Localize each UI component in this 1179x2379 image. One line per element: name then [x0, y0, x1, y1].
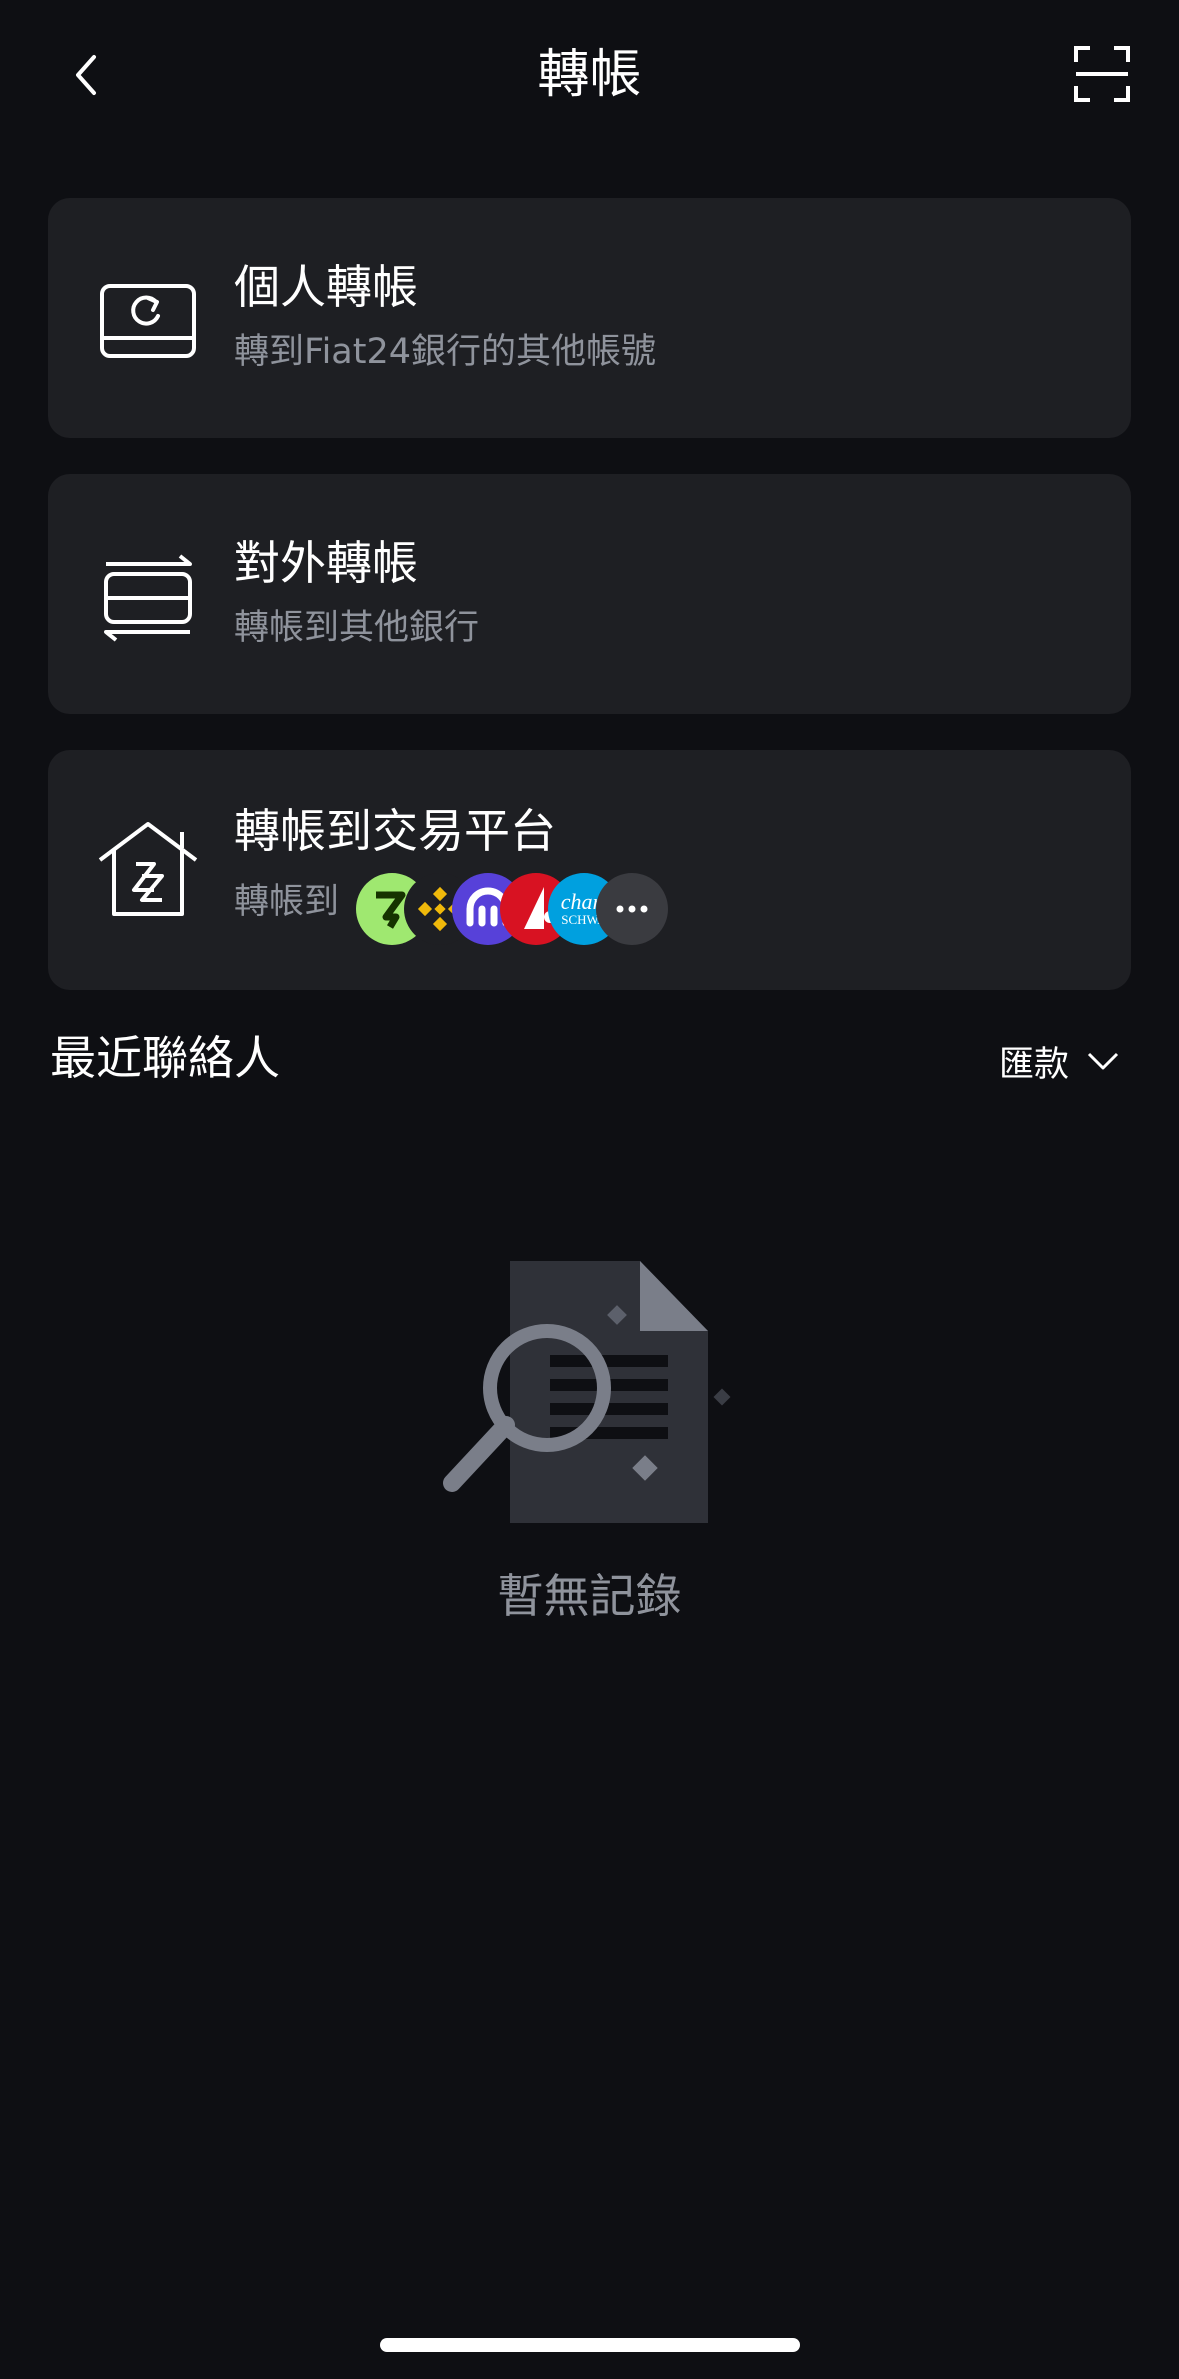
scan-button[interactable] [1072, 44, 1132, 104]
external-transfer-card[interactable]: 對外轉帳 轉帳到其他銀行 [48, 474, 1131, 714]
exchange-platform-icon [96, 818, 200, 922]
remittance-filter-dropdown[interactable]: 匯款 [999, 1036, 1119, 1086]
bank-transfer-icon [96, 542, 200, 646]
recent-contacts-title: 最近聯絡人 [50, 1031, 280, 1085]
empty-state-text: 暫無記錄 [497, 1569, 682, 1623]
chevron-down-icon [1087, 1052, 1119, 1070]
card-title: 對外轉帳 [234, 536, 418, 590]
empty-records-illustration [440, 1255, 740, 1525]
platform-logos: charl SCHWA [356, 873, 676, 945]
card-title: 個人轉帳 [234, 260, 418, 314]
scan-icon [1074, 46, 1130, 102]
card-subtitle: 轉帳到 [234, 882, 340, 922]
account-refresh-icon [96, 266, 200, 370]
top-bar: 轉帳 [0, 0, 1179, 150]
card-subtitle: 轉到Fiat24銀行的其他帳號 [234, 332, 657, 372]
card-title: 轉帳到交易平台 [234, 804, 556, 858]
card-subtitle: 轉帳到其他銀行 [234, 608, 480, 648]
page-title: 轉帳 [537, 45, 642, 105]
more-icon[interactable] [596, 873, 668, 945]
home-indicator [380, 2338, 800, 2352]
personal-transfer-card[interactable]: 個人轉帳 轉到Fiat24銀行的其他帳號 [48, 198, 1131, 438]
exchange-transfer-card[interactable]: 轉帳到交易平台 轉帳到 charl SCHWA [48, 750, 1131, 990]
filter-label: 匯款 [998, 1044, 1069, 1085]
